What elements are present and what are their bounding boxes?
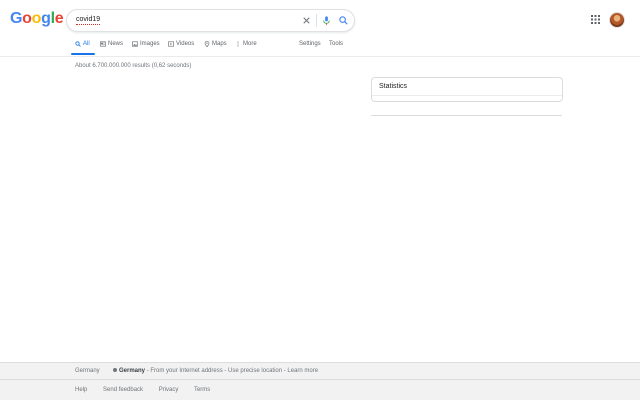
- logo-letter: g: [41, 10, 51, 27]
- header-divider: [0, 56, 640, 57]
- logo-letter: e: [54, 10, 64, 27]
- tab-videos[interactable]: Videos: [168, 41, 194, 55]
- image-icon: [132, 41, 138, 47]
- more-vert-icon: [237, 41, 239, 47]
- close-icon[interactable]: [301, 15, 312, 26]
- logo-letter: G: [10, 10, 23, 27]
- search-input[interactable]: covid19: [76, 15, 101, 25]
- tab-images[interactable]: Images: [132, 41, 160, 55]
- location-dot-icon: [113, 368, 117, 373]
- tab-label: More: [243, 41, 257, 47]
- footer-country: Germany: [75, 368, 100, 374]
- tab-label: All: [83, 41, 90, 47]
- apps-grid-icon[interactable]: [591, 15, 600, 24]
- tab-news[interactable]: News: [100, 41, 123, 55]
- result-stats: About 6.700.000.000 results (0,62 second…: [75, 63, 192, 69]
- search-divider: [316, 14, 317, 27]
- footer-divider: [0, 379, 640, 380]
- footer-link-privacy[interactable]: Privacy: [159, 387, 179, 393]
- tab-label: Images: [140, 41, 160, 47]
- video-icon: [168, 41, 174, 47]
- tools-link[interactable]: Tools: [329, 41, 343, 55]
- location-source[interactable]: - From your Internet address - Use preci…: [147, 368, 318, 374]
- mic-icon[interactable]: [321, 15, 332, 26]
- search-icon: [75, 41, 81, 47]
- statistics-card: Statistics: [371, 77, 563, 102]
- active-tab-indicator: [71, 53, 95, 55]
- location-place: Germany: [119, 368, 146, 374]
- card-divider: [372, 95, 562, 96]
- newspaper-icon: [100, 41, 106, 47]
- tab-label: Maps: [212, 41, 227, 47]
- footer-location: Germany - From your Internet address - U…: [113, 368, 318, 374]
- search-box[interactable]: covid19: [66, 9, 355, 32]
- avatar[interactable]: [609, 12, 625, 28]
- tools-label: Tools: [329, 41, 344, 47]
- footer-divider: [0, 362, 640, 363]
- tab-label: News: [108, 41, 124, 47]
- tab-label: Videos: [176, 41, 195, 47]
- footer-link-terms[interactable]: Terms: [194, 387, 210, 393]
- logo-letter: o: [22, 10, 32, 27]
- footer: Germany Germany - From your Internet add…: [0, 362, 640, 400]
- search-icon[interactable]: [338, 15, 349, 26]
- map-pin-icon: [204, 41, 210, 47]
- panel-divider: [371, 115, 562, 116]
- tab-maps[interactable]: Maps: [204, 41, 227, 55]
- settings-link[interactable]: Settings: [299, 41, 321, 55]
- footer-link-feedback[interactable]: Send feedback: [103, 387, 143, 393]
- tab-more[interactable]: More: [235, 41, 257, 55]
- statistics-title: Statistics: [379, 83, 408, 90]
- footer-links: Help Send feedback Privacy Terms: [75, 387, 224, 393]
- settings-label: Settings: [299, 41, 321, 47]
- footer-link-help[interactable]: Help: [75, 387, 87, 393]
- logo-letter: o: [31, 10, 42, 27]
- google-logo[interactable]: Google: [10, 10, 64, 28]
